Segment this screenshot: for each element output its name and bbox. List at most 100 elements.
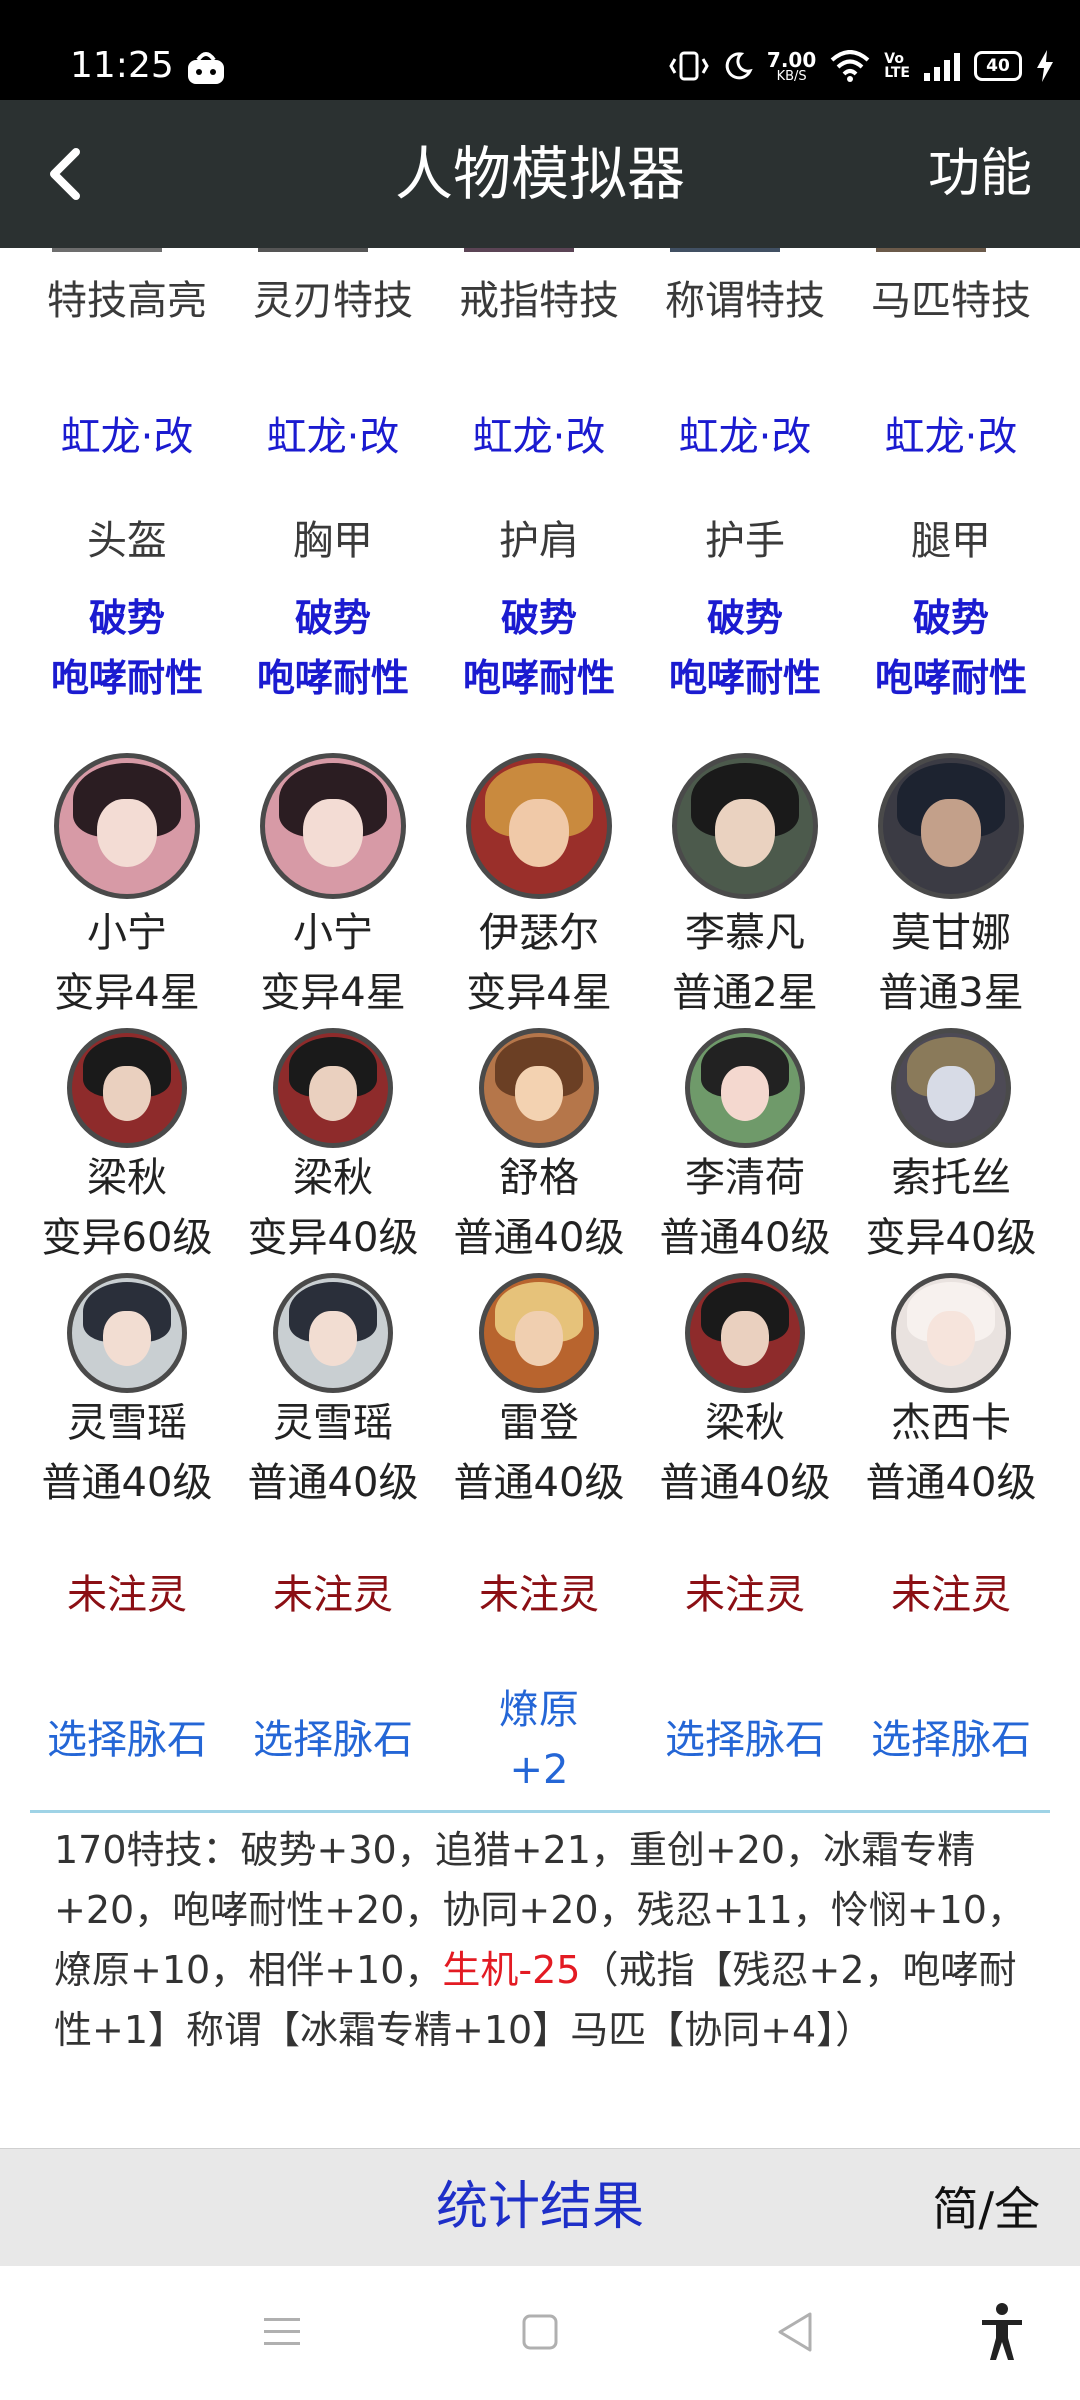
character-level: 普通3星 [878, 970, 1024, 1016]
character-name: 雷登 [499, 1400, 579, 1446]
statistics-button[interactable]: 统计结果 [0, 2175, 1080, 2239]
armor-skill-cell[interactable]: 破势 咆哮耐性 [24, 588, 230, 708]
system-nav-bar [0, 2266, 1080, 2400]
character-level: 变异4星 [54, 970, 200, 1016]
spirit-status[interactable]: 未注灵 [642, 1572, 848, 1618]
page-title: 人物模拟器 [394, 140, 685, 208]
volte-indicator: Vo LTE [884, 52, 910, 80]
armor-set-name[interactable]: 虹龙·改 [848, 414, 1054, 460]
character-level: 变异40级 [247, 1215, 419, 1261]
character-name: 索托丝 [891, 1155, 1011, 1201]
character-portrait [67, 1028, 187, 1148]
character-name: 灵雪瑶 [273, 1400, 393, 1446]
vein-stone-selector[interactable]: 选择脉石 [642, 1680, 848, 1800]
armor-skill-secondary: 咆哮耐性 [256, 656, 409, 700]
vein-stone-selector[interactable]: 选择脉石 [24, 1680, 230, 1800]
wifi-icon [830, 50, 870, 82]
character-portrait [891, 1028, 1011, 1148]
cropped-image-edge [258, 248, 368, 252]
sub-character-row: 梁秋 变异60级 梁秋 变异40级 舒格 普通40级 李清荷 普通40级 索托丝… [0, 1028, 1080, 1268]
cropped-image-edge [876, 248, 986, 252]
cropped-image-edge [52, 248, 162, 252]
skill-label[interactable]: 马匹特技 [848, 278, 1054, 324]
character-name: 小宁 [87, 910, 167, 956]
character-name: 灵雪瑶 [67, 1400, 187, 1446]
armor-slot: 头盔 [87, 518, 167, 564]
character-portrait [67, 1273, 187, 1393]
skill-label[interactable]: 特技高亮 [24, 278, 230, 324]
character-level: 普通40级 [247, 1460, 419, 1506]
character-name: 梁秋 [87, 1155, 167, 1201]
portrait-face [926, 1066, 976, 1121]
armor-skill-secondary: 咆哮耐性 [874, 656, 1027, 700]
armor-slot: 腿甲 [911, 518, 991, 564]
vein-stone-selector[interactable]: 选择脉石 [230, 1680, 436, 1800]
armor-slot-row: 头盔 胸甲 护肩 护手 腿甲 [0, 518, 1080, 568]
armor-skill-cell[interactable]: 破势 咆哮耐性 [436, 588, 642, 708]
vein-stone-row: 选择脉石 选择脉石 燎原 +2 选择脉石 选择脉石 [0, 1680, 1080, 1800]
armor-skill-cell[interactable]: 破势 咆哮耐性 [848, 588, 1054, 708]
armor-set-name[interactable]: 虹龙·改 [230, 414, 436, 460]
armor-skill-primary: 破势 [500, 596, 577, 640]
armor-skill-cell[interactable]: 破势 咆哮耐性 [230, 588, 436, 708]
character-portrait [479, 1028, 599, 1148]
skill-label[interactable]: 称谓特技 [642, 278, 848, 324]
charging-icon [1037, 50, 1053, 82]
armor-skill-primary: 破势 [706, 596, 783, 640]
armor-set-name[interactable]: 虹龙·改 [642, 414, 848, 460]
character-name: 李清荷 [685, 1155, 805, 1201]
back-nav-icon[interactable] [774, 2310, 814, 2354]
portrait-face [102, 1311, 152, 1366]
skill-label[interactable]: 灵刃特技 [230, 278, 436, 324]
cropped-image-edge [670, 248, 780, 252]
speed-value: 7.00 [766, 47, 817, 72]
character-level: 变异4星 [260, 970, 406, 1016]
notification-bag-icon [188, 52, 224, 84]
accessibility-icon[interactable] [978, 2302, 1026, 2362]
character-name: 舒格 [499, 1155, 579, 1201]
armor-skill-primary: 破势 [88, 596, 165, 640]
speed-unit: KB/S [776, 68, 807, 84]
armor-set-name[interactable]: 虹龙·改 [24, 414, 230, 460]
volte-bottom: LTE [884, 65, 910, 81]
battery-icon: 40 [974, 51, 1022, 81]
spirit-status[interactable]: 未注灵 [24, 1572, 230, 1618]
armor-set-row: 虹龙·改 虹龙·改 虹龙·改 虹龙·改 虹龙·改 [0, 414, 1080, 464]
app-bar: 人物模拟器 功能 [0, 100, 1080, 248]
character-portrait [466, 753, 612, 899]
spirit-status-row: 未注灵 未注灵 未注灵 未注灵 未注灵 [0, 1572, 1080, 1622]
character-portrait [273, 1028, 393, 1148]
vein-stone-bonus: +2 [509, 1747, 569, 1793]
vein-stone-selector[interactable]: 选择脉石 [848, 1680, 1054, 1800]
character-portrait [685, 1273, 805, 1393]
spirit-status[interactable]: 未注灵 [848, 1572, 1054, 1618]
character-level: 普通40级 [453, 1215, 625, 1261]
vein-stone-selector[interactable]: 燎原 +2 [436, 1680, 642, 1800]
simulator-content: 特技高亮 灵刃特技 戒指特技 称谓特技 马匹特技 虹龙·改 虹龙·改 虹龙·改 … [0, 248, 1080, 2148]
spirit-status[interactable]: 未注灵 [230, 1572, 436, 1618]
armor-skill-primary: 破势 [294, 596, 371, 640]
character-name: 杰西卡 [891, 1400, 1011, 1446]
armor-skill-row: 破势 咆哮耐性 破势 咆哮耐性 破势 咆哮耐性 破势 咆哮耐性 破势 咆哮耐性 [0, 588, 1080, 710]
character-level: 变异40级 [865, 1215, 1037, 1261]
function-menu-button[interactable]: 功能 [928, 142, 1032, 206]
portrait-face [308, 1311, 358, 1366]
character-name: 小宁 [293, 910, 373, 956]
armor-skill-cell[interactable]: 破势 咆哮耐性 [642, 588, 848, 708]
armor-skill-secondary: 咆哮耐性 [668, 656, 821, 700]
character-level: 普通40级 [659, 1460, 831, 1506]
status-bar: 11:25 7.00 KB/S Vo LTE 40 [0, 0, 1080, 100]
character-name: 梁秋 [705, 1400, 785, 1446]
skill-label[interactable]: 戒指特技 [436, 278, 642, 324]
volte-top: Vo [884, 51, 904, 67]
signal-icon [924, 53, 960, 81]
armor-set-name[interactable]: 虹龙·改 [436, 414, 642, 460]
home-icon[interactable] [520, 2312, 560, 2352]
character-name: 莫甘娜 [891, 910, 1011, 956]
menu-icon[interactable] [262, 2314, 302, 2350]
simple-full-toggle[interactable]: 简/全 [933, 2179, 1041, 2239]
status-icons: 7.00 KB/S Vo LTE 40 [669, 44, 1054, 88]
cropped-image-edge [464, 248, 574, 252]
character-portrait [273, 1273, 393, 1393]
spirit-status[interactable]: 未注灵 [436, 1572, 642, 1618]
